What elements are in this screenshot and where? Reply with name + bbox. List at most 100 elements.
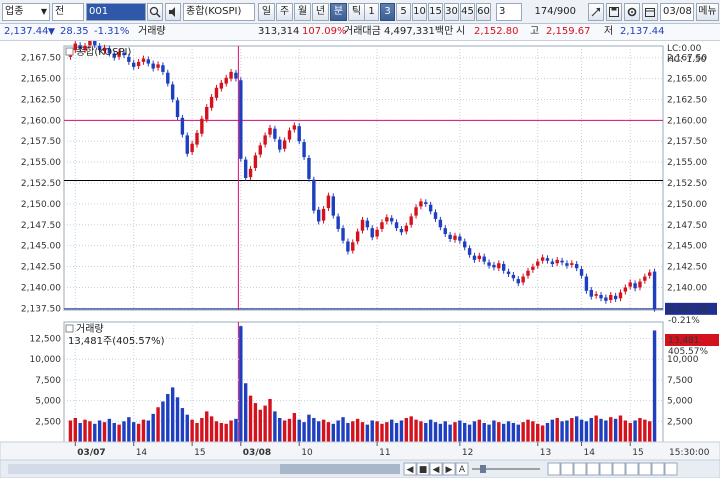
drawing-tool-button — [664, 462, 678, 476]
kind-select[interactable]: 전 — [52, 3, 84, 21]
volume-bar — [531, 421, 535, 442]
candle — [214, 87, 219, 98]
candle — [472, 255, 477, 260]
time-tick-label: 14 — [136, 448, 148, 458]
price-pane[interactable]: 2,167.50 2,167.502,165.00 2,165.002,162.50… — [21, 41, 717, 326]
period-minute-button[interactable]: 분 — [330, 3, 347, 21]
volume-bar — [448, 424, 452, 442]
scroll-button-glyph: ◀ — [407, 465, 414, 475]
minute-10-button[interactable]: 10 — [412, 3, 427, 21]
candle — [633, 283, 637, 289]
calendar-icon[interactable] — [642, 3, 658, 21]
volume-tick-left: 5,000 — [35, 397, 61, 407]
interval-input[interactable]: 3 — [496, 3, 522, 21]
volume-bar — [258, 409, 262, 442]
volume-bar — [112, 422, 116, 442]
volume-bar — [570, 418, 574, 442]
candle — [248, 168, 253, 178]
candle — [613, 295, 618, 300]
candle — [355, 231, 360, 242]
candle — [282, 140, 287, 149]
volume-bar — [224, 423, 228, 442]
candle — [584, 276, 589, 291]
volume-bar — [424, 422, 428, 442]
minute-30-button[interactable]: 30 — [444, 3, 459, 21]
volume-bar — [190, 419, 194, 442]
candle — [156, 64, 160, 68]
volume-bar — [97, 420, 102, 442]
chart-scrollbar[interactable]: ◀ ■ ◀ ▶ A — [0, 459, 720, 478]
price-tick-right: 2,142.50 — [667, 263, 707, 273]
volume-bar — [643, 419, 647, 442]
volume-bar — [599, 418, 603, 442]
candle — [239, 80, 243, 159]
candle — [438, 219, 443, 228]
search-icon[interactable] — [147, 3, 163, 21]
volume-bar — [594, 415, 598, 442]
candle — [565, 263, 569, 266]
menu-button[interactable]: 메뉴 — [696, 3, 719, 21]
minute-3-button[interactable]: 3 — [380, 3, 395, 21]
volume-value: 313,314 — [258, 26, 300, 37]
candle — [273, 128, 277, 139]
volume-bar — [234, 418, 238, 442]
candle — [292, 125, 297, 130]
minute-60-button[interactable]: 60 — [476, 3, 491, 21]
market-type-select[interactable]: 업종 ▼ — [2, 3, 50, 21]
date-field[interactable]: 03/08 — [660, 3, 694, 21]
code-input[interactable]: 001 — [86, 3, 146, 21]
volume-bar — [433, 422, 438, 442]
candle — [243, 159, 248, 178]
save-icon[interactable] — [606, 3, 622, 21]
candle — [185, 135, 189, 154]
candle — [365, 220, 370, 228]
scroll-button-glyph: ◀ — [433, 465, 440, 475]
gear-icon[interactable] — [624, 3, 640, 21]
candle — [229, 71, 233, 79]
volume-bar — [205, 411, 209, 442]
price-tick-left: 2,162.50 — [21, 95, 61, 105]
candle — [574, 264, 579, 269]
volume-bar — [185, 414, 189, 442]
candle — [404, 225, 409, 232]
speaker-icon[interactable] — [165, 3, 181, 21]
candle — [175, 100, 180, 118]
volume-bar — [132, 422, 136, 442]
chart-area[interactable]: 2,167.50 2,167.502,165.00 2,165.002,162.50… — [0, 41, 720, 478]
period-day-button[interactable]: 일 — [258, 3, 275, 21]
minute-1-button[interactable]: 1 — [364, 3, 379, 21]
period-tick-button[interactable]: 틱 — [348, 3, 365, 21]
candle — [579, 269, 584, 276]
volume-pane[interactable]: 12,50012,50010,00010,0007,5007,5005,0005… — [30, 321, 720, 443]
candle — [443, 228, 447, 234]
compare-icon[interactable] — [588, 3, 604, 21]
minute-45-button[interactable]: 45 — [460, 3, 475, 21]
volume-bar — [253, 403, 258, 442]
candle — [497, 263, 501, 269]
minute-5-button[interactable]: 5 — [396, 3, 411, 21]
current-change-label: -0.21% — [668, 316, 700, 326]
candle — [467, 248, 472, 255]
volume-bar — [550, 419, 555, 442]
current-price: 2,137.44 — [4, 26, 49, 37]
volume-bar — [127, 417, 131, 442]
volume-bar — [136, 423, 141, 442]
volume-bar — [346, 422, 350, 442]
candle — [312, 179, 316, 211]
period-year-button[interactable]: 년 — [312, 3, 329, 21]
current-price-label: 2,137.44 — [668, 305, 708, 315]
candle — [341, 228, 345, 241]
volume-tick-right: 5,000 — [667, 397, 693, 407]
volume-bar — [652, 330, 657, 442]
candle — [628, 282, 632, 287]
volume-bar — [297, 419, 301, 442]
period-week-button[interactable]: 주 — [276, 3, 293, 21]
volume-bar — [414, 419, 418, 442]
minute-15-button[interactable]: 15 — [428, 3, 443, 21]
candle — [399, 228, 404, 233]
volume-bar — [467, 424, 472, 442]
period-month-button[interactable]: 월 — [294, 3, 311, 21]
volume-bar — [83, 419, 87, 442]
candle — [487, 262, 491, 266]
amount-label: 거래대금 — [344, 26, 381, 37]
